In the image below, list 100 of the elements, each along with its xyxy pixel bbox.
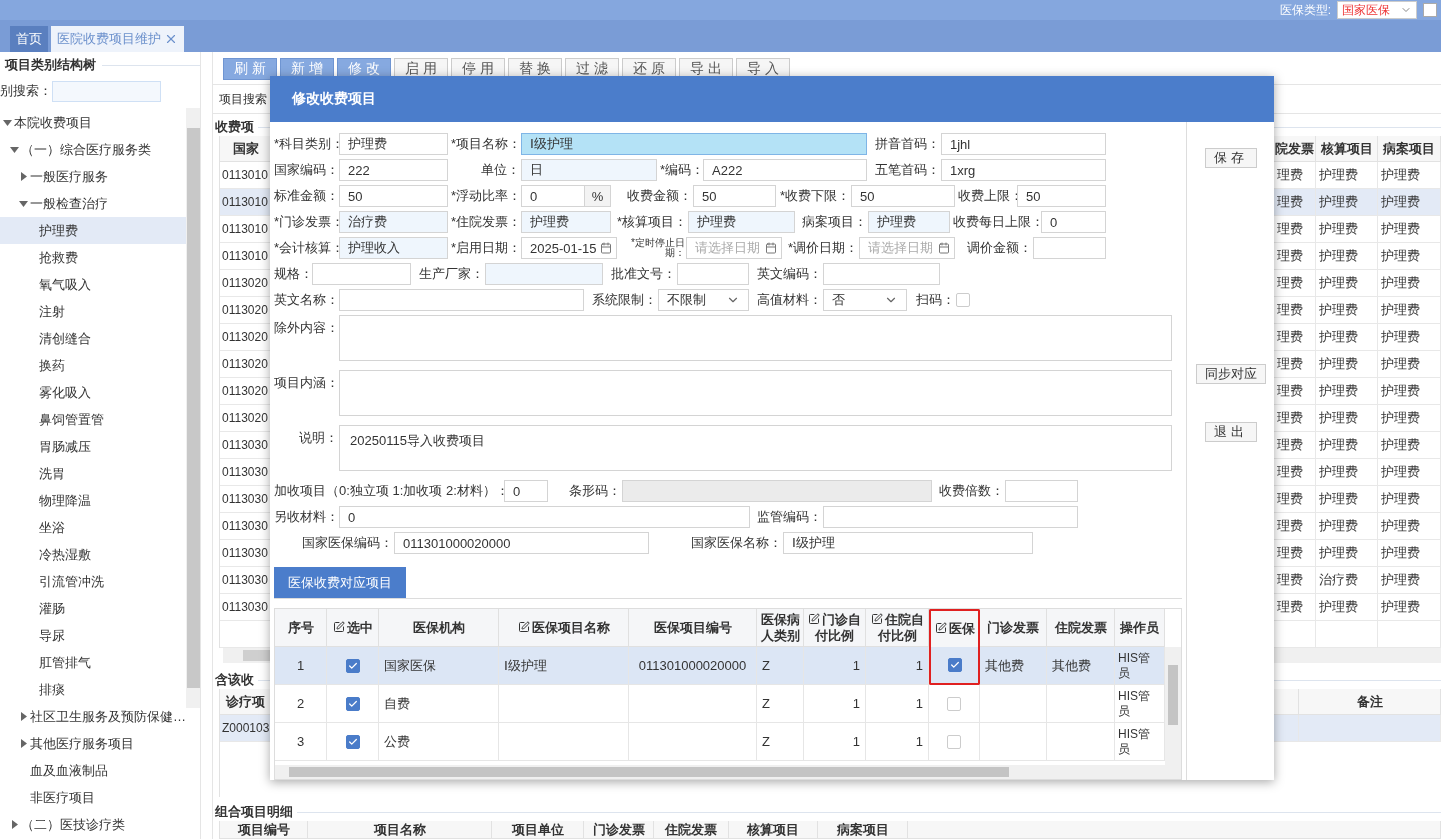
input-field[interactable]: 0 [504, 480, 548, 502]
input-field[interactable]: 1xrg [941, 159, 1106, 181]
input-field[interactable]: 0 % [521, 185, 611, 207]
field-label: *定时停止日期： [630, 238, 686, 258]
tree-item[interactable]: 引流管冲洗 [0, 568, 186, 595]
tree-item[interactable]: 社区卫生服务及预防保健… [0, 703, 186, 730]
caret-icon[interactable] [9, 145, 19, 154]
table-cell: HIS管员 [1115, 647, 1165, 685]
select-field[interactable]: 不限制 [658, 289, 749, 311]
tree-item[interactable]: 血及血液制品 [0, 757, 186, 784]
input-field[interactable]: 日 [521, 159, 657, 181]
checkbox[interactable] [947, 696, 961, 711]
text-area[interactable]: 20250115导入收费项目 [339, 425, 1172, 471]
tree-item[interactable]: 抢救费 [0, 244, 186, 271]
field-label: 收费上限： [958, 187, 1017, 205]
tree-item[interactable]: 灌肠 [0, 595, 186, 622]
input-field[interactable] [677, 263, 749, 285]
text-area[interactable] [339, 370, 1172, 416]
input-field[interactable]: 1jhl [941, 133, 1106, 155]
input-field[interactable]: Ⅰ级护理 [783, 532, 1033, 554]
column-header: 医保机构 [379, 609, 499, 647]
input-field[interactable] [339, 289, 584, 311]
field-label: 项目内涵： [274, 374, 339, 392]
tree-item[interactable]: 洗胃 [0, 460, 186, 487]
select-field[interactable]: 否 [823, 289, 907, 311]
tree-item[interactable]: （一）综合医疗服务类 [0, 136, 186, 163]
scrollbar[interactable] [186, 108, 200, 708]
tree-item[interactable]: 氧气吸入 [0, 271, 186, 298]
caret-icon[interactable] [9, 820, 19, 829]
tree-item[interactable]: 导尿 [0, 622, 186, 649]
tree-item[interactable]: 一般检查治疗 [0, 190, 186, 217]
input-field[interactable]: 0 [339, 506, 750, 528]
tree-item[interactable]: 胃肠减压 [0, 433, 186, 460]
tree-item[interactable]: 清创缝合 [0, 325, 186, 352]
caret-icon[interactable] [18, 739, 28, 748]
input-field[interactable] [823, 263, 940, 285]
input-field[interactable]: A222 [703, 159, 867, 181]
tree-item[interactable]: 本院收费项目 [0, 109, 186, 136]
input-field[interactable]: 011301000020000 [394, 532, 649, 554]
dialog-button[interactable]: 同步对应 [1195, 364, 1266, 384]
caret-icon[interactable] [18, 712, 28, 721]
checkbox[interactable] [345, 658, 360, 673]
text-area[interactable] [339, 315, 1172, 361]
input-field[interactable] [1005, 480, 1078, 502]
input-field[interactable]: 治疗费 [339, 211, 448, 233]
tree-item[interactable]: 坐浴 [0, 514, 186, 541]
input-field[interactable]: 护理收入 [339, 237, 448, 259]
tree-item[interactable]: 护理费 [0, 217, 186, 244]
tree-item[interactable]: 注射 [0, 298, 186, 325]
date-field[interactable]: 2025-01-15 [521, 237, 617, 259]
input-field[interactable]: 50 [693, 185, 776, 207]
section-title: 组合项目明细 [215, 803, 293, 821]
checkbox[interactable] [345, 734, 360, 749]
caret-icon[interactable] [18, 199, 28, 208]
tree-item[interactable]: （二）医技诊疗类 [0, 811, 186, 838]
tree-item[interactable]: 一般医疗服务 [0, 163, 186, 190]
input-field[interactable]: 护理费 [339, 133, 448, 155]
input-field[interactable]: 护理费 [521, 211, 611, 233]
caret-icon[interactable] [2, 118, 12, 127]
caret-icon[interactable] [18, 172, 28, 181]
tree-item[interactable]: 排痰 [0, 676, 186, 703]
tab[interactable]: 首页 [10, 26, 48, 52]
checkbox[interactable] [1423, 3, 1437, 17]
input-field[interactable]: 50 [1017, 185, 1106, 207]
insurance-type-select[interactable]: 国家医保 [1337, 1, 1417, 19]
checkbox[interactable] [345, 696, 360, 711]
checkbox[interactable] [947, 658, 962, 672]
checkbox[interactable] [947, 734, 961, 749]
tree-item[interactable]: 冷热湿敷 [0, 541, 186, 568]
input-field[interactable]: 0 [1041, 211, 1106, 233]
tree-item[interactable]: 换药 [0, 352, 186, 379]
scrollbar[interactable] [1165, 647, 1181, 765]
dialog-button[interactable]: 保存 [1204, 148, 1257, 168]
search-label: 项目搜索 [219, 90, 267, 108]
tree-item[interactable]: 雾化吸入 [0, 379, 186, 406]
check-icon [347, 660, 358, 671]
input-field[interactable] [622, 480, 932, 502]
tree-item[interactable]: 物理降温 [0, 487, 186, 514]
scrollbar[interactable] [275, 765, 1181, 779]
dialog-button[interactable]: 退出 [1204, 422, 1257, 442]
table-cell: 护理费 [1378, 486, 1441, 514]
input-field[interactable]: 222 [339, 159, 448, 181]
input-field[interactable] [823, 506, 1078, 528]
tree-item[interactable]: 肛管排气 [0, 649, 186, 676]
splitter[interactable] [200, 52, 213, 839]
input-field[interactable]: 护理费 [688, 211, 795, 233]
tree-item[interactable]: 非医疗项目 [0, 784, 186, 811]
input-field[interactable] [1033, 237, 1106, 259]
tree-item[interactable]: 其他医疗服务项目 [0, 730, 186, 757]
input-field[interactable]: 50 [339, 185, 448, 207]
input-field[interactable] [312, 263, 411, 285]
tree-item[interactable]: 鼻饲管置管 [0, 406, 186, 433]
table-cell: 护理费 [1316, 189, 1378, 217]
input-field[interactable]: Ⅰ级护理 [521, 133, 867, 155]
checkbox[interactable] [956, 293, 970, 307]
input-field[interactable]: 护理费 [868, 211, 950, 233]
search-field[interactable] [52, 80, 161, 102]
input-field[interactable]: 50 [851, 185, 955, 207]
section-tab[interactable]: 医保收费对应项目 [274, 567, 406, 598]
input-field[interactable] [485, 263, 603, 285]
